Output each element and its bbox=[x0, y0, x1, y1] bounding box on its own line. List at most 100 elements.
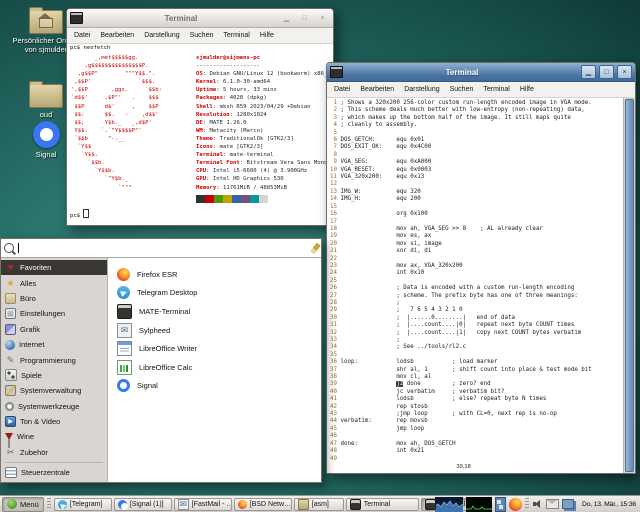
volume-icon[interactable] bbox=[532, 499, 543, 510]
firefox-tray-icon[interactable] bbox=[509, 498, 522, 511]
menu-app-item[interactable]: Telegram Desktop bbox=[108, 284, 321, 303]
code-line: 12 bbox=[330, 181, 623, 188]
close-button[interactable]: × bbox=[315, 11, 330, 25]
taskbar-window-button[interactable]: [Signal (1)] bbox=[114, 498, 172, 511]
menu-category-item[interactable]: Favoriten bbox=[1, 260, 107, 275]
vi-code-area: 1 ; Shows a 320x200 256-color custom run… bbox=[330, 100, 623, 463]
menu-app-item[interactable]: Firefox ESR bbox=[108, 265, 321, 284]
menu-app-item[interactable]: LibreOffice Calc bbox=[108, 358, 321, 377]
category-icon bbox=[5, 355, 16, 366]
menu-category-item[interactable]: Grafik bbox=[1, 322, 107, 337]
maximize-button[interactable]: □ bbox=[599, 65, 614, 79]
mail-tray-icon[interactable] bbox=[546, 499, 559, 509]
code-line: 49 bbox=[330, 456, 623, 463]
titlebar[interactable]: Terminal ▁ □ × bbox=[327, 63, 635, 82]
network-graph-applet[interactable] bbox=[466, 497, 492, 512]
menubar-item[interactable]: Hilfe bbox=[515, 86, 539, 93]
code-line: 24 int 0x10 bbox=[330, 270, 623, 277]
window-title: Terminal bbox=[346, 68, 578, 77]
menubar-item[interactable]: Terminal bbox=[218, 32, 254, 39]
scrollbar-thumb[interactable] bbox=[625, 99, 634, 472]
menu-category-item[interactable]: Programmierung bbox=[1, 352, 107, 367]
menubar: DateiBearbeitenDarstellungSuchenTerminal… bbox=[67, 28, 333, 44]
minimize-button[interactable]: ▁ bbox=[279, 11, 294, 25]
network-tray-icon[interactable] bbox=[562, 499, 574, 509]
menu-separator bbox=[5, 462, 103, 463]
code-line: 4 ; cleanly to assembly. bbox=[330, 122, 623, 129]
panel-handle[interactable] bbox=[525, 498, 529, 510]
close-button[interactable]: × bbox=[617, 65, 632, 79]
neofetch-info-row: Terminal Font: Bitstream Vera Sans Mono … bbox=[196, 159, 333, 167]
neofetch-info-row: CPU: Intel i5-6600 (4) @ 3.900GHz bbox=[196, 167, 333, 175]
app-icon bbox=[117, 360, 132, 375]
cpu-load-graph-applet[interactable] bbox=[435, 497, 463, 512]
menubar-item[interactable]: Darstellung bbox=[139, 32, 184, 39]
menubar-item[interactable]: Hilfe bbox=[255, 32, 279, 39]
menubar-item[interactable]: Darstellung bbox=[399, 86, 444, 93]
menu-category-item[interactable]: Systemwerkzeuge bbox=[1, 399, 107, 414]
neofetch-info-row: OS: Debian GNU/Linux 12 (bookworm) x86_6… bbox=[196, 70, 333, 78]
clear-search-icon[interactable] bbox=[310, 242, 321, 254]
taskbar-window-button[interactable]: Terminal bbox=[346, 498, 419, 511]
panel-handle[interactable] bbox=[47, 498, 51, 510]
vi-editor[interactable]: 1 ; Shows a 320x200 256-color custom run… bbox=[327, 98, 635, 473]
titlebar[interactable]: Terminal ▁ □ × bbox=[67, 9, 333, 28]
window-button-icon bbox=[178, 499, 189, 510]
category-icon bbox=[5, 433, 13, 440]
scrollbar[interactable] bbox=[623, 98, 635, 473]
terminal-window-icon[interactable] bbox=[330, 66, 343, 78]
terminal-cursor bbox=[83, 209, 89, 218]
menu-category-item[interactable]: Internet bbox=[1, 337, 107, 352]
code-line: 13 IMG_W: equ 320 bbox=[330, 189, 623, 196]
menu-category-item[interactable]: Steuerzentrale bbox=[1, 465, 107, 480]
terminal-window-vi: Terminal ▁ □ × DateiBearbeitenDarstellun… bbox=[326, 62, 636, 474]
menubar-item[interactable]: Suchen bbox=[185, 32, 219, 39]
maximize-button[interactable]: □ bbox=[297, 11, 312, 25]
menu-category-item[interactable]: Büro bbox=[1, 291, 107, 306]
menu-category-item[interactable]: Wine bbox=[1, 429, 107, 444]
taskbar-window-button[interactable]: [BSD Netw… bbox=[234, 498, 292, 511]
menubar: DateiBearbeitenDarstellungSuchenTerminal… bbox=[327, 82, 635, 98]
window-button-icon bbox=[425, 499, 436, 510]
menu-category-item[interactable]: Zubehör bbox=[1, 445, 107, 460]
menubar-item[interactable]: Datei bbox=[329, 86, 355, 93]
menu-app-item[interactable]: Signal bbox=[108, 377, 321, 396]
code-line: 23 mov ax, VGA_320x200 bbox=[330, 263, 623, 270]
window-button-icon bbox=[118, 500, 127, 509]
taskbar-window-button[interactable]: [FastMail - … bbox=[174, 498, 232, 511]
code-line: 45 jmp loop bbox=[330, 426, 623, 433]
terminal-output[interactable]: pc$ neofetch _,met$$$$$gg. ,g$$$$$$$$$$$… bbox=[67, 44, 333, 225]
neofetch-user-host: sjmulder@sijmens-pc bbox=[196, 54, 333, 62]
app-icon bbox=[117, 304, 132, 319]
terminal-color-palette bbox=[196, 195, 268, 203]
menu-category-item[interactable]: Ton & Video bbox=[1, 414, 107, 429]
menu-search[interactable] bbox=[1, 239, 321, 258]
neofetch-separator: ------------------- bbox=[196, 62, 333, 70]
code-line: 35 bbox=[330, 352, 623, 359]
menu-category-item[interactable]: Alles bbox=[1, 275, 107, 290]
menubar-item[interactable]: Suchen bbox=[445, 86, 479, 93]
menubar-item[interactable]: Terminal bbox=[478, 86, 514, 93]
code-line: 9 VGA_SEG: equ 0xA000 bbox=[330, 159, 623, 166]
taskbar-window-button[interactable]: [asm] bbox=[294, 498, 344, 511]
category-icon bbox=[5, 293, 16, 304]
menubar-item[interactable]: Bearbeiten bbox=[355, 86, 399, 93]
minimize-button[interactable]: ▁ bbox=[581, 65, 596, 79]
menu-app-item[interactable]: Sylpheed bbox=[108, 321, 321, 340]
palette-swatch bbox=[241, 195, 250, 203]
desktop: Persönlicher Ordner von sjmulder oud Sig… bbox=[0, 0, 640, 512]
taskbar-window-button[interactable]: [Telegram] bbox=[54, 498, 112, 511]
menubar-item[interactable]: Datei bbox=[69, 32, 95, 39]
menu-app-item[interactable]: MATE-Terminal bbox=[108, 302, 321, 321]
category-icon bbox=[5, 278, 16, 289]
menu-category-item[interactable]: Einstellungen bbox=[1, 306, 107, 321]
terminal-window-icon[interactable] bbox=[70, 12, 83, 24]
menu-category-item[interactable]: Spiele bbox=[1, 368, 107, 383]
menubar-item[interactable]: Bearbeiten bbox=[95, 32, 139, 39]
menu-button[interactable]: Menü bbox=[2, 497, 44, 512]
clock[interactable]: Do, 13. Mär., 15:36 bbox=[580, 501, 638, 508]
menu-category-item[interactable]: Systemverwaltung bbox=[1, 383, 107, 398]
workspace-switcher[interactable] bbox=[495, 497, 506, 512]
app-icon bbox=[117, 268, 130, 281]
menu-app-item[interactable]: LibreOffice Writer bbox=[108, 339, 321, 358]
